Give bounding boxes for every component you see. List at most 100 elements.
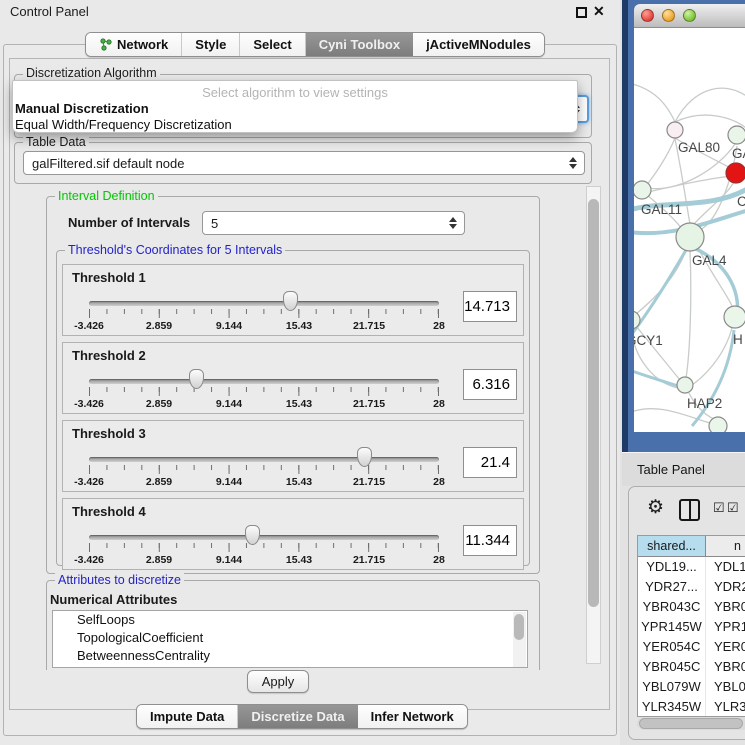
node-h[interactable] <box>724 306 745 328</box>
tab-impute-data[interactable]: Impute Data <box>137 705 238 728</box>
slider-axis-labels: -3.426 2.859 9.144 15.43 21.715 28 <box>89 320 439 332</box>
table-row[interactable]: YBL079WYBL0 <box>638 677 745 697</box>
slider-track[interactable] <box>89 457 439 462</box>
list-scrollbar[interactable] <box>513 612 526 668</box>
tab-network[interactable]: Network <box>86 33 182 56</box>
node-gal80[interactable] <box>667 122 683 138</box>
tab-select-label: Select <box>253 37 291 52</box>
cell[interactable]: YER054C <box>638 637 706 657</box>
slider-ticks <box>89 543 439 552</box>
node-gal4[interactable] <box>676 223 704 251</box>
slider-track[interactable] <box>89 535 439 540</box>
cell[interactable]: YLR3 <box>706 697 745 717</box>
cell[interactable]: YLR345W <box>638 697 706 717</box>
cell[interactable]: YDL19... <box>638 557 706 577</box>
checkbox-icon[interactable]: ☑ <box>727 500 739 516</box>
table-horizontal-scrollbar[interactable] <box>637 717 745 730</box>
cell[interactable]: YPR1 <box>706 617 745 637</box>
threshold-3-slider[interactable]: -3.426 2.859 9.144 15.43 21.715 28 <box>89 421 439 493</box>
axis-label: -3.426 <box>74 398 104 410</box>
threshold-1-slider[interactable]: -3.426 2.859 9.144 15.43 21.715 28 <box>89 265 439 337</box>
tab-select[interactable]: Select <box>240 33 305 56</box>
dropdown-option-equal-width[interactable]: Equal Width/Frequency Discretization <box>15 117 232 132</box>
slider-thumb[interactable] <box>283 291 298 311</box>
thresholds-group-label: Threshold's Coordinates for 5 Intervals <box>65 243 285 257</box>
list-item[interactable]: TopologicalCoefficient <box>53 629 527 647</box>
table-row[interactable]: YBR045CYBR0 <box>638 657 745 677</box>
tab-style[interactable]: Style <box>182 33 240 56</box>
cell[interactable]: YBR0 <box>706 597 745 617</box>
table-row[interactable]: YDR27...YDR2 <box>638 577 745 597</box>
split-table-icon[interactable] <box>679 499 700 521</box>
table-row[interactable]: YLR345WYLR3 <box>638 697 745 717</box>
settings-scrollbar[interactable] <box>586 186 601 664</box>
float-window-icon[interactable] <box>576 7 587 18</box>
list-item[interactable]: SelfLoops <box>53 611 527 629</box>
axis-label: 21.715 <box>353 398 385 410</box>
tab-jactivemnodules[interactable]: jActiveMNodules <box>413 33 544 56</box>
cell[interactable]: YPR145W <box>638 617 706 637</box>
table-row[interactable]: YPR145WYPR1 <box>638 617 745 637</box>
tab-infer-network-label: Infer Network <box>371 709 454 724</box>
tab-discretize-data[interactable]: Discretize Data <box>238 705 357 728</box>
zoom-traffic-light-icon[interactable] <box>683 9 696 22</box>
threshold-3-value-field[interactable] <box>463 447 517 478</box>
tab-cyni-toolbox[interactable]: Cyni Toolbox <box>306 33 413 56</box>
table-header-row: shared... n <box>638 536 745 557</box>
cell[interactable]: YBR043C <box>638 597 706 617</box>
cell[interactable]: YBR045C <box>638 657 706 677</box>
threshold-4-slider[interactable]: -3.426 2.859 9.144 15.43 21.715 28 <box>89 499 439 571</box>
settings-scrollbar-thumb[interactable] <box>588 199 599 607</box>
table-data-selected: galFiltered.sif default node <box>32 156 184 171</box>
gear-icon[interactable]: ⚙ <box>647 496 664 519</box>
threshold-4-value-field[interactable] <box>463 525 517 556</box>
tab-infer-network[interactable]: Infer Network <box>358 705 467 728</box>
tab-discretize-data-label: Discretize Data <box>251 709 344 724</box>
cell[interactable]: YER0 <box>706 637 745 657</box>
panel-title: Control Panel <box>10 4 89 19</box>
axis-label: 2.859 <box>146 554 172 566</box>
cell[interactable]: YBL0 <box>706 677 745 697</box>
slider-thumb[interactable] <box>357 447 372 467</box>
table-data-combobox[interactable]: galFiltered.sif default node <box>23 151 585 175</box>
screen: Control Panel ✕ Network Style Select Cyn… <box>0 0 745 745</box>
node-bottom-partial[interactable] <box>709 417 727 432</box>
table-row[interactable]: YDL19...YDL1 <box>638 557 745 577</box>
minimize-traffic-light-icon[interactable] <box>662 9 675 22</box>
slider-thumb[interactable] <box>245 525 260 545</box>
cell[interactable]: YDR27... <box>638 577 706 597</box>
cell[interactable]: YBR0 <box>706 657 745 677</box>
threshold-2-slider[interactable]: -3.426 2.859 9.144 15.43 21.715 28 <box>89 343 439 415</box>
cell[interactable]: YDR2 <box>706 577 745 597</box>
table-panel-title: Table Panel <box>637 462 705 477</box>
cell[interactable]: YDL1 <box>706 557 745 577</box>
network-view-canvas[interactable]: GAL80 GA C GAL11 GAL4 GCY1 H HAP2 <box>634 28 745 432</box>
node-ga[interactable] <box>728 126 745 144</box>
slider-track[interactable] <box>89 301 439 306</box>
tab-impute-data-label: Impute Data <box>150 709 224 724</box>
column-header-shared[interactable]: shared... <box>638 536 706 556</box>
list-scrollbar-thumb[interactable] <box>514 614 524 640</box>
threshold-3-panel: Threshold 3 -3.426 2.859 9.144 15.43 21.… <box>62 420 524 492</box>
dropdown-option-manual[interactable]: Manual Discretization <box>15 101 149 116</box>
table-row[interactable]: YBR043CYBR0 <box>638 597 745 617</box>
combo-stepper-icon <box>449 217 457 229</box>
node-hap2[interactable] <box>677 377 693 393</box>
threshold-2-value-field[interactable] <box>463 369 517 400</box>
slider-thumb[interactable] <box>189 369 204 389</box>
table-horizontal-scrollbar-thumb[interactable] <box>639 718 743 729</box>
node-gal11[interactable] <box>634 181 651 199</box>
table-row[interactable]: YER054CYER0 <box>638 637 745 657</box>
list-item[interactable]: BetweennessCentrality <box>53 647 527 665</box>
threshold-1-value-field[interactable] <box>463 291 517 322</box>
apply-button[interactable]: Apply <box>247 670 309 693</box>
network-icon <box>99 38 112 51</box>
checkbox-icon[interactable]: ☑ <box>713 500 725 516</box>
close-icon[interactable]: ✕ <box>593 3 605 20</box>
num-intervals-combobox[interactable]: 5 <box>202 211 465 235</box>
slider-track[interactable] <box>89 379 439 384</box>
node-selected-red[interactable] <box>726 163 745 183</box>
column-header-name[interactable]: n <box>706 536 745 556</box>
cell[interactable]: YBL079W <box>638 677 706 697</box>
close-traffic-light-icon[interactable] <box>641 9 654 22</box>
